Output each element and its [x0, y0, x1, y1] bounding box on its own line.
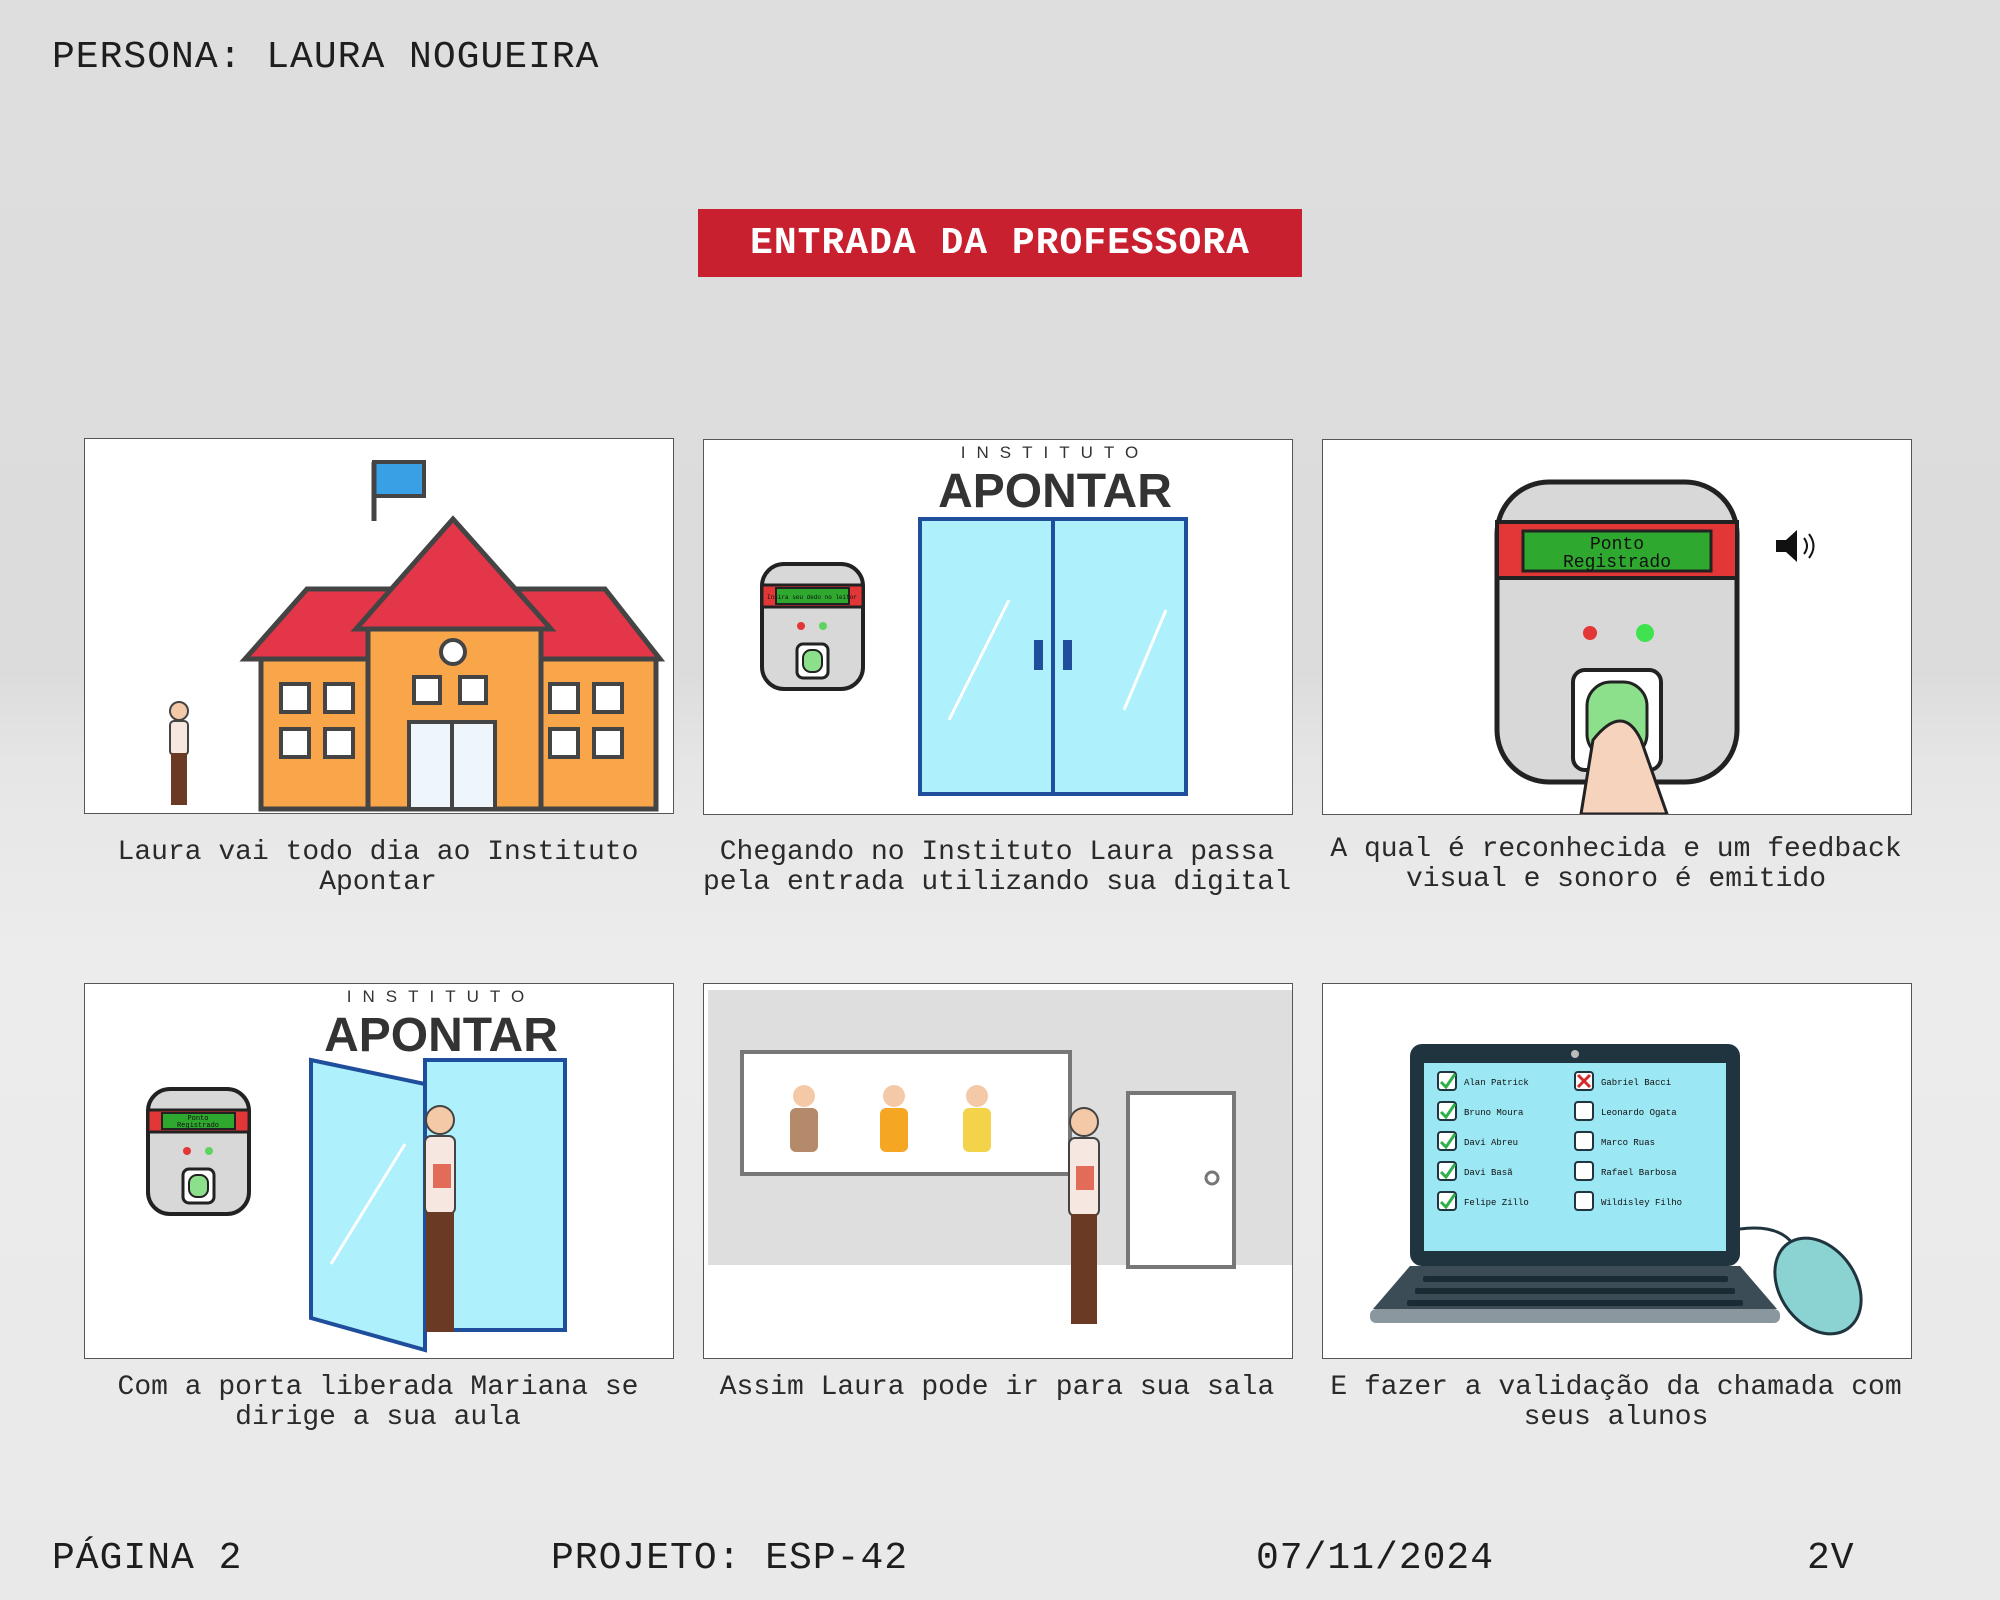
brand-logo: APONTAR [324, 1009, 558, 1062]
student-name: Davi Abreu [1464, 1138, 1518, 1148]
brand-logo: APONTAR [938, 465, 1172, 518]
panel-6-caption: E fazer a validação da chamada com seus … [1330, 1372, 1902, 1433]
fingerprint-reader: Insira seu dedo no leitor [760, 562, 865, 691]
panel-4-caption: Com a porta liberada Mariana se dirige a… [117, 1372, 639, 1433]
student-name: Gabriel Bacci [1601, 1078, 1671, 1088]
teacher-figure [1068, 1107, 1100, 1324]
reader-screen-line2: Registrado [177, 1122, 219, 1130]
reader-screen-text: Insira seu dedo no leitor [767, 594, 857, 601]
fingerprint-reader-large: Ponto Registrado [1494, 479, 1740, 814]
glass-door [918, 517, 1188, 796]
student-name: Felipe Zillo [1464, 1198, 1529, 1208]
panel-5-caption: Assim Laura pode ir para sua sala [719, 1372, 1275, 1403]
student-name: Marco Ruas [1601, 1138, 1655, 1148]
panel-entrance: INSTITUTO APONTAR Insira seu dedo no lei… [703, 439, 1293, 815]
attendance-checkbox[interactable] [1574, 1161, 1594, 1181]
footer-version: 2V [1807, 1537, 1855, 1580]
student-name: Alan Patrick [1464, 1078, 1529, 1088]
student-name: Leonardo Ogata [1601, 1108, 1677, 1118]
attendance-checkbox[interactable] [1574, 1101, 1594, 1121]
student-name: Wildisley Filho [1601, 1198, 1682, 1208]
reader-screen-line2: Registrado [1563, 553, 1671, 573]
student-name: Davi Basã [1464, 1168, 1513, 1178]
school-building-illustration [239, 460, 666, 812]
panel-3-caption: A qual é reconhecida e um feedback visua… [1330, 834, 1902, 895]
attendance-checkbox[interactable] [1574, 1131, 1594, 1151]
student-name: Bruno Moura [1464, 1108, 1524, 1118]
page-title: ENTRADA DA PROFESSORA [698, 209, 1302, 277]
teacher-figure [169, 701, 189, 805]
mouse-icon [1739, 1226, 1863, 1336]
panel-1-caption: Laura vai todo dia ao Instituto Apontar [117, 837, 639, 898]
panel-door-open: INSTITUTO APONTAR Ponto Registrado [84, 983, 674, 1359]
panel-school [84, 438, 674, 814]
panel-laptop: Alan Patrick Bruno Moura Davi Abreu Davi Ba… [1322, 983, 1912, 1359]
panel-2-caption: Chegando no Instituto Laura passa pela e… [702, 837, 1292, 898]
speaker-icon [1776, 530, 1815, 562]
footer-date: 07/11/2024 [1256, 1537, 1495, 1580]
panel-hallway [703, 983, 1293, 1359]
student-name: Rafael Barbosa [1601, 1168, 1677, 1178]
panel-feedback: Ponto Registrado [1322, 439, 1912, 815]
brand-instituto: INSTITUTO [347, 987, 535, 1006]
teacher-figure [424, 1105, 456, 1332]
fingerprint-reader: Ponto Registrado [146, 1087, 251, 1216]
footer-project: PROJETO: ESP-42 [551, 1537, 909, 1580]
reader-screen-line1: Ponto [1590, 535, 1644, 555]
footer-page: PÁGINA 2 [52, 1537, 243, 1580]
attendance-checkbox[interactable] [1574, 1191, 1594, 1211]
persona-header: PERSONA: LAURA NOGUEIRA [52, 36, 600, 79]
brand-instituto: INSTITUTO [961, 443, 1149, 462]
